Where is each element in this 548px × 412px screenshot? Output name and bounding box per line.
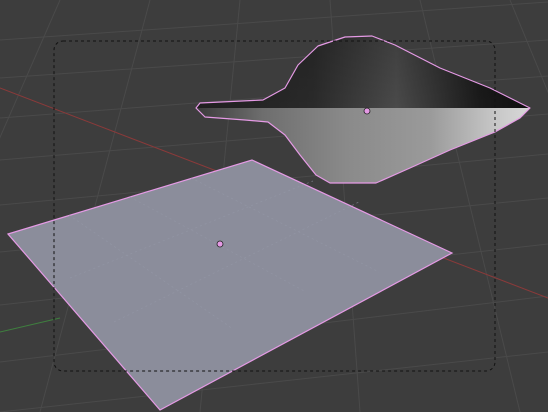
- curved-surface-origin-point[interactable]: [363, 107, 371, 115]
- 3d-viewport[interactable]: [0, 0, 548, 412]
- viewport-scene[interactable]: [0, 0, 548, 412]
- plane-origin-point[interactable]: [216, 240, 224, 248]
